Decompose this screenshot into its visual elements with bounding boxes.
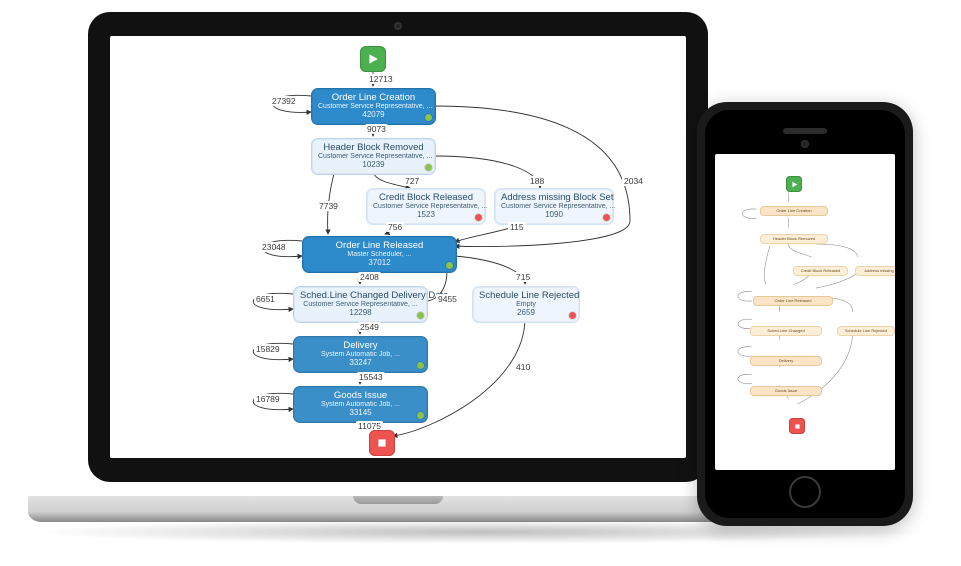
node-title: Goods Issue [300, 391, 421, 401]
edge-label: 9455 [436, 294, 459, 304]
node-count: 1090 [501, 211, 607, 220]
phone-node[interactable]: Order Line Released [753, 296, 833, 306]
edge-label: 27392 [270, 96, 298, 106]
node-title: Header Block Removed [318, 143, 429, 153]
edge-label: 15829 [254, 344, 282, 354]
node-title: Delivery [300, 341, 421, 351]
node-credit-block-released[interactable]: Credit Block Released Customer Service R… [366, 188, 486, 225]
phone-start-node[interactable] [786, 176, 802, 192]
phone-node[interactable]: Sched.Line Changed [750, 326, 822, 336]
laptop-base [28, 496, 768, 522]
edge-label: 23048 [260, 242, 288, 252]
phone-speaker [783, 128, 827, 134]
edge-label: 2408 [358, 272, 381, 282]
phone-flow-diagram: Order Line Creation Header Block Removed… [715, 154, 895, 470]
phone-node[interactable]: Header Block Removed [760, 234, 828, 244]
edge-label: 756 [386, 222, 404, 232]
edge-label: 715 [514, 272, 532, 282]
phone-home-button[interactable] [789, 476, 821, 508]
status-badge [446, 262, 453, 269]
node-count: 10239 [318, 161, 429, 170]
node-delivery[interactable]: Delivery System Automatic Job, ... 33247 [293, 336, 428, 373]
stop-node[interactable] [369, 430, 395, 456]
node-count: 37012 [309, 259, 450, 268]
laptop-notch [353, 496, 443, 504]
laptop-bezel: 12713 Order Line Creation Customer Servi… [88, 12, 708, 482]
node-address-missing-block-set[interactable]: Address missing Block Set Customer Servi… [494, 188, 614, 225]
status-badge [603, 214, 610, 221]
status-badge [425, 164, 432, 171]
node-title: Address missing Block Set [501, 193, 607, 203]
node-title: Schedule Line Rejected [479, 291, 573, 301]
edge-label: 12713 [367, 74, 395, 84]
node-sched-line-changed[interactable]: Sched.Line Changed Delivery Date Custome… [293, 286, 428, 323]
edge-label: 7739 [317, 201, 340, 211]
laptop-display: 12713 Order Line Creation Customer Servi… [110, 36, 686, 458]
node-title: Order Line Creation [318, 93, 429, 103]
node-title: Sched.Line Changed Delivery Date [300, 291, 421, 301]
edge-label: 6651 [254, 294, 277, 304]
edge-label: 2034 [622, 176, 645, 186]
node-header-block-removed[interactable]: Header Block Removed Customer Service Re… [311, 138, 436, 175]
edge-label: 9073 [365, 124, 388, 134]
node-title: Credit Block Released [373, 193, 479, 203]
start-node[interactable] [360, 46, 386, 72]
node-count: 42079 [318, 111, 429, 120]
phone-bezel: Order Line Creation Header Block Removed… [705, 110, 905, 518]
phone-node[interactable]: Delivery [750, 356, 822, 366]
edge-label: 727 [403, 176, 421, 186]
phone-flow-edges [715, 154, 895, 459]
phone-node[interactable]: Address missing [855, 266, 895, 276]
node-schedule-line-rejected[interactable]: Schedule Line Rejected Empty 2659 [472, 286, 580, 323]
node-count: 33145 [300, 409, 421, 418]
node-count: 12298 [300, 309, 421, 318]
node-title: Order Line Released [309, 241, 450, 251]
phone-camera [801, 140, 809, 148]
edge-label: 2549 [358, 322, 381, 332]
node-order-line-creation[interactable]: Order Line Creation Customer Service Rep… [311, 88, 436, 125]
node-count: 1523 [373, 211, 479, 220]
laptop-camera [394, 22, 402, 30]
status-badge [475, 214, 482, 221]
status-badge [425, 114, 432, 121]
node-goods-issue[interactable]: Goods Issue System Automatic Job, ... 33… [293, 386, 428, 423]
phone-display: Order Line Creation Header Block Removed… [715, 154, 895, 470]
edge-label: 16789 [254, 394, 282, 404]
phone-stop-node[interactable] [789, 418, 805, 434]
status-badge [417, 362, 424, 369]
phone-node[interactable]: Goods Issue [750, 386, 822, 396]
phone-node[interactable]: Credit Block Released [793, 266, 848, 276]
node-count: 33247 [300, 359, 421, 368]
node-count: 2659 [479, 309, 573, 318]
phone-node[interactable]: Order Line Creation [760, 206, 828, 216]
process-flow-diagram: 12713 Order Line Creation Customer Servi… [110, 36, 686, 458]
edge-label: 188 [528, 176, 546, 186]
edge-label: 115 [508, 222, 526, 232]
phone-node[interactable]: Schedule Line Rejected [837, 326, 895, 336]
laptop-mockup: 12713 Order Line Creation Customer Servi… [28, 12, 768, 522]
status-badge [417, 412, 424, 419]
node-order-line-released[interactable]: Order Line Released Master Scheduler, ..… [302, 236, 457, 273]
edge-label: 410 [514, 362, 532, 372]
status-badge [569, 312, 576, 319]
phone-mockup: Order Line Creation Header Block Removed… [697, 102, 913, 526]
edge-label: 15543 [357, 372, 385, 382]
status-badge [417, 312, 424, 319]
